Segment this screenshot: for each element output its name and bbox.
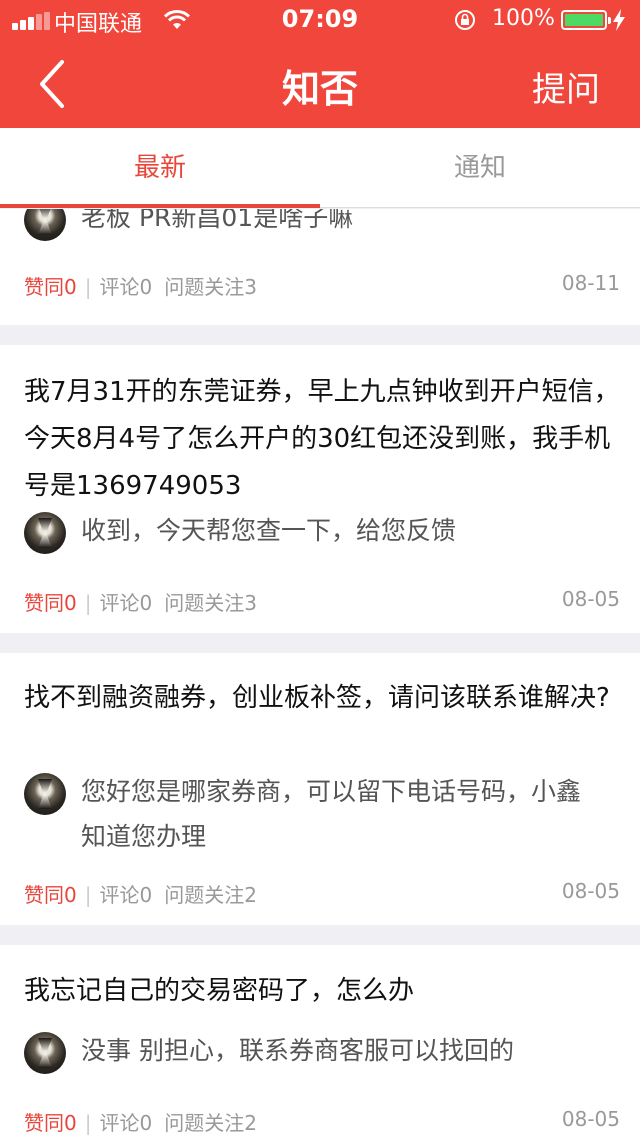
answer-text: 老板 PR新昌01是啥子嘛 — [81, 209, 354, 232]
question-date: 08-05 — [561, 1107, 620, 1131]
tab-notifications[interactable]: 通知 — [320, 128, 640, 208]
question-card[interactable]: 我7月31开的东莞证券，早上九点钟收到开户短信，今天8月4号了怎么开户的30红包… — [0, 345, 640, 633]
question-meta: 赞同0 | 评论0 问题关注2 08-05 — [24, 1107, 620, 1135]
tab-bar: 最新 通知 — [0, 128, 640, 208]
answer-text: 没事 别担心，联系券商客服可以找回的 — [81, 1036, 514, 1065]
app-header: 中国联通 07:09 100% 知否 提问 — [0, 0, 640, 128]
avatar — [24, 773, 66, 815]
question-text: 找不到融资融券，创业板补签，请问该联系谁解决? — [24, 683, 610, 713]
agree-count[interactable]: 赞同0 — [24, 883, 77, 907]
agree-count[interactable]: 赞同0 — [24, 275, 77, 299]
question-meta: 赞同0 | 评论0 问题关注3 08-11 — [24, 271, 620, 299]
charging-icon — [613, 9, 625, 31]
avatar — [24, 512, 66, 554]
follow-count[interactable]: 问题关注3 — [164, 591, 257, 615]
follow-count[interactable]: 问题关注2 — [164, 883, 257, 907]
agree-count[interactable]: 赞同0 — [24, 591, 77, 615]
avatar — [24, 1032, 66, 1074]
comment-count[interactable]: 评论0 — [99, 883, 152, 907]
status-bar: 中国联通 07:09 100% — [0, 0, 640, 40]
comment-count[interactable]: 评论0 — [99, 275, 152, 299]
active-tab-indicator — [0, 204, 320, 208]
question-meta: 赞同0 | 评论0 问题关注2 08-05 — [24, 879, 620, 907]
agree-count[interactable]: 赞同0 — [24, 1111, 77, 1135]
comment-count[interactable]: 评论0 — [99, 591, 152, 615]
question-feed: 老板 PR新昌01是啥子嘛 赞同0 | 评论0 问题关注3 08-11 我7月31开的… — [0, 209, 640, 1136]
orientation-lock-icon — [455, 10, 475, 30]
answer-text: 您好您是哪家券商，可以留下电话号码，小鑫知道您办理 — [81, 777, 582, 851]
question-card[interactable]: 老板 PR新昌01是啥子嘛 赞同0 | 评论0 问题关注3 08-11 — [0, 209, 640, 325]
question-date: 08-11 — [561, 271, 620, 295]
question-date: 08-05 — [561, 587, 620, 611]
answer-text: 收到，今天帮您查一下，给您反馈 — [81, 516, 457, 545]
tab-latest[interactable]: 最新 — [0, 128, 320, 208]
follow-count[interactable]: 问题关注2 — [164, 1111, 257, 1135]
question-text: 我7月31开的东莞证券，早上九点钟收到开户短信，今天8月4号了怎么开户的30红包… — [24, 377, 620, 501]
question-text: 我忘记自己的交易密码了，怎么办 — [24, 976, 415, 1006]
question-date: 08-05 — [561, 879, 620, 903]
question-card[interactable]: 找不到融资融券，创业板补签，请问该联系谁解决? 您好您是哪家券商，可以留下电话号… — [0, 653, 640, 925]
battery-icon — [561, 10, 611, 30]
avatar — [24, 209, 66, 241]
question-card[interactable]: 我忘记自己的交易密码了，怎么办 没事 别担心，联系券商客服可以找回的 赞同0 | 评… — [0, 945, 640, 1136]
battery-percentage: 100% — [492, 6, 555, 31]
question-meta: 赞同0 | 评论0 问题关注3 08-05 — [24, 587, 620, 615]
comment-count[interactable]: 评论0 — [99, 1111, 152, 1135]
ask-question-button[interactable]: 提问 — [532, 62, 600, 111]
follow-count[interactable]: 问题关注3 — [164, 275, 257, 299]
